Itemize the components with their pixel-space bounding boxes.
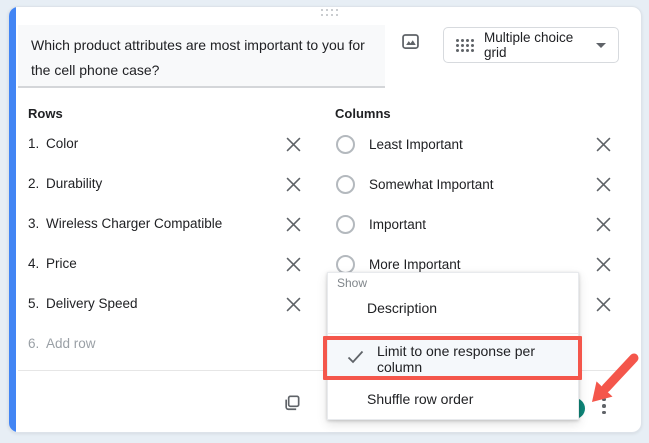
column-label: More Important bbox=[369, 257, 461, 272]
row-number: 1. bbox=[28, 133, 46, 155]
radio-circle-icon bbox=[336, 255, 355, 274]
remove-column-1-button[interactable] bbox=[593, 134, 613, 154]
row-label: Delivery Speed bbox=[46, 296, 138, 311]
add-row-placeholder[interactable]: 6.Add row bbox=[28, 333, 96, 355]
menu-item-description[interactable]: Description bbox=[328, 291, 578, 325]
columns-header: Columns bbox=[335, 106, 391, 121]
row-number: 3. bbox=[28, 213, 46, 235]
grid-column-1[interactable]: Least Important bbox=[336, 133, 463, 155]
row-label: Wireless Charger Compatible bbox=[46, 216, 222, 231]
grid-row-4[interactable]: 4.Price bbox=[28, 253, 77, 275]
grid-row-3[interactable]: 3.Wireless Charger Compatible bbox=[28, 213, 222, 235]
radio-circle-icon bbox=[336, 135, 355, 154]
row-label: Price bbox=[46, 256, 77, 271]
remove-row-4-button[interactable] bbox=[283, 254, 303, 274]
question-type-dropdown[interactable]: Multiple choice grid bbox=[443, 27, 619, 63]
remove-row-1-button[interactable] bbox=[283, 134, 303, 154]
remove-column-5-button[interactable] bbox=[593, 294, 613, 314]
menu-item-label: Shuffle row order bbox=[367, 391, 473, 407]
remove-row-2-button[interactable] bbox=[283, 174, 303, 194]
duplicate-question-button[interactable] bbox=[280, 392, 304, 416]
show-options-menu: Show Description Limit to one response p… bbox=[327, 272, 579, 420]
multiple-choice-grid-icon bbox=[456, 39, 474, 52]
radio-circle-icon bbox=[336, 215, 355, 234]
remove-column-3-button[interactable] bbox=[593, 214, 613, 234]
copy-icon bbox=[282, 393, 302, 416]
chevron-down-icon bbox=[596, 43, 606, 48]
rows-header: Rows bbox=[28, 106, 63, 121]
menu-item-label: Limit to one response per column bbox=[377, 343, 578, 375]
remove-column-4-button[interactable] bbox=[593, 254, 613, 274]
more-options-button[interactable] bbox=[597, 394, 611, 418]
grid-column-3[interactable]: Important bbox=[336, 213, 426, 235]
row-number: 5. bbox=[28, 293, 46, 315]
column-label: Least Important bbox=[369, 137, 463, 152]
image-icon bbox=[400, 31, 421, 55]
grid-row-2[interactable]: 2.Durability bbox=[28, 173, 102, 195]
grid-column-2[interactable]: Somewhat Important bbox=[336, 173, 494, 195]
checkmark-icon bbox=[347, 350, 364, 367]
remove-column-2-button[interactable] bbox=[593, 174, 613, 194]
question-title-text: Which product attributes are most import… bbox=[31, 37, 365, 78]
add-image-button[interactable] bbox=[396, 30, 424, 56]
question-type-label: Multiple choice grid bbox=[484, 30, 586, 60]
grid-row-5[interactable]: 5.Delivery Speed bbox=[28, 293, 138, 315]
menu-divider bbox=[328, 333, 578, 334]
row-label: Durability bbox=[46, 176, 102, 191]
remove-row-5-button[interactable] bbox=[283, 294, 303, 314]
add-row-label: Add row bbox=[46, 336, 96, 351]
menu-item-limit-one-response-per-column[interactable]: Limit to one response per column bbox=[328, 337, 578, 380]
grid-row-1[interactable]: 1.Color bbox=[28, 133, 78, 155]
remove-row-3-button[interactable] bbox=[283, 214, 303, 234]
row-number: 2. bbox=[28, 173, 46, 195]
row-label: Color bbox=[46, 136, 78, 151]
row-number: 4. bbox=[28, 253, 46, 275]
active-question-accent-bar bbox=[9, 7, 16, 432]
forms-question-editor: Which product attributes are most import… bbox=[0, 0, 649, 443]
column-label: Important bbox=[369, 217, 426, 232]
menu-item-label: Description bbox=[367, 300, 437, 316]
menu-section-label: Show bbox=[337, 276, 367, 290]
vertical-ellipsis-icon bbox=[602, 398, 606, 415]
column-label: Somewhat Important bbox=[369, 177, 494, 192]
row-number: 6. bbox=[28, 333, 46, 355]
menu-item-shuffle-row-order[interactable]: Shuffle row order bbox=[328, 382, 578, 416]
radio-circle-icon bbox=[336, 175, 355, 194]
drag-handle-icon[interactable] bbox=[321, 9, 338, 16]
question-title-input[interactable]: Which product attributes are most import… bbox=[18, 25, 385, 88]
